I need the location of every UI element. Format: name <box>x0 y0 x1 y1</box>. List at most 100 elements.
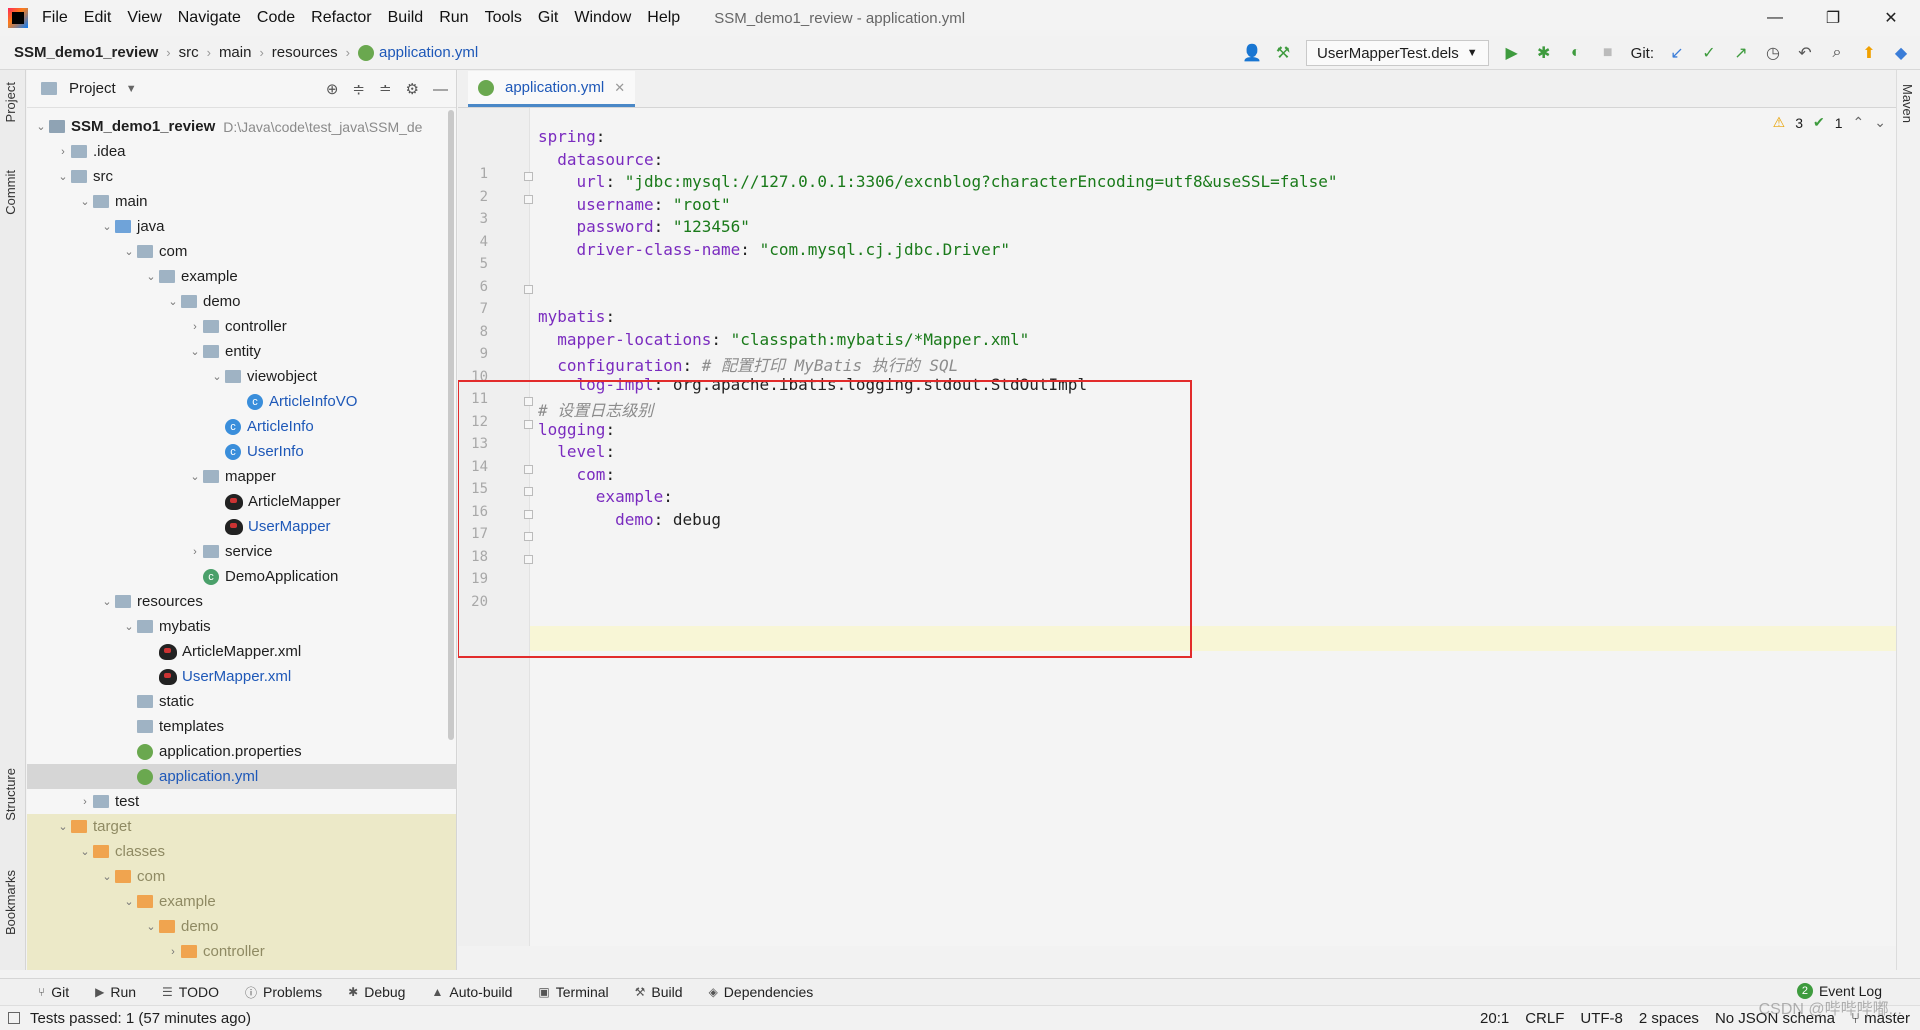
chevron-down-icon[interactable]: ⌄ <box>121 620 137 633</box>
tree-item[interactable]: ⌄ example <box>27 889 456 914</box>
tree-item[interactable]: ⌄ mybatis <box>27 614 456 639</box>
locate-icon[interactable]: ⊕ <box>326 80 339 98</box>
menu-git[interactable]: Git <box>538 9 558 27</box>
tree-item[interactable]: ⌄entity <box>27 964 456 970</box>
git-push-icon[interactable]: ↗ <box>1732 43 1750 63</box>
inspection-widget[interactable]: ⚠ 3 ✔ 1 ⌃ ⌄ <box>1773 114 1886 131</box>
chevron-down-icon[interactable]: ⌄ <box>99 220 115 233</box>
chevron-right-icon[interactable]: › <box>77 796 93 808</box>
chevron-down-icon[interactable]: ⌄ <box>99 595 115 608</box>
minimize-button[interactable]: — <box>1746 0 1804 36</box>
gear-icon[interactable]: ⚙ <box>406 80 419 98</box>
chevron-down-icon[interactable]: ⌄ <box>121 895 137 908</box>
coverage-icon[interactable]: ◐ <box>1567 44 1585 62</box>
fold-marker-icon[interactable] <box>524 194 533 204</box>
tool-auto-build[interactable]: ▲ Auto-build <box>431 984 512 1000</box>
plugin-logo-icon[interactable]: ◆ <box>1892 43 1910 63</box>
chevron-down-icon[interactable]: ⌄ <box>77 845 93 858</box>
tree-item[interactable]: c ArticleInfo <box>27 414 456 439</box>
collapse-all-icon[interactable]: ≐ <box>379 80 392 98</box>
line-separator[interactable]: CRLF <box>1525 1010 1564 1027</box>
tree-item[interactable]: ⌄ target <box>27 814 456 839</box>
tree-item[interactable]: static <box>27 689 456 714</box>
build-hammer-icon[interactable]: ⚒ <box>1274 43 1292 63</box>
tool-todo[interactable]: ☰ TODO <box>162 984 219 1000</box>
tree-item[interactable]: ⌄ classes <box>27 839 456 864</box>
tree-item[interactable]: ⌄ src <box>27 164 456 189</box>
tool-debug[interactable]: ✱ Debug <box>348 984 405 1000</box>
chevron-down-icon[interactable]: ⌄ <box>77 195 93 208</box>
breadcrumb-resources[interactable]: resources <box>272 44 338 61</box>
expand-all-icon[interactable]: ≑ <box>352 80 365 98</box>
menu-refactor[interactable]: Refactor <box>311 9 371 27</box>
tree-item[interactable]: ⌄ demo <box>27 289 456 314</box>
chevron-down-icon[interactable]: ⌄ <box>209 370 225 383</box>
tab-project[interactable]: Project <box>3 82 18 122</box>
tree-item[interactable]: c ArticleInfoVO <box>27 389 456 414</box>
chevron-right-icon[interactable]: › <box>165 946 181 958</box>
chevron-down-icon[interactable]: ⌄ <box>1874 114 1886 131</box>
chevron-right-icon[interactable]: › <box>55 146 71 158</box>
tree-item[interactable]: ArticleMapper <box>27 489 456 514</box>
run-configuration-select[interactable]: UserMapperTest.dels ▼ <box>1306 40 1489 66</box>
chevron-down-icon[interactable]: ⌄ <box>121 245 137 258</box>
tree-item[interactable]: › .idea <box>27 139 456 164</box>
breadcrumb-src[interactable]: src <box>179 44 199 61</box>
chevron-down-icon[interactable]: ⌄ <box>143 270 159 283</box>
chevron-down-icon[interactable]: ⌄ <box>143 920 159 933</box>
chevron-down-icon[interactable]: ⌄ <box>187 345 203 358</box>
tab-application-yml[interactable]: application.yml ✕ <box>468 71 636 107</box>
stop-icon[interactable]: ■ <box>1599 44 1617 62</box>
history-icon[interactable]: ◷ <box>1764 43 1782 63</box>
tool-build[interactable]: ⚒ Build <box>635 984 683 1000</box>
menu-help[interactable]: Help <box>647 9 680 27</box>
tree-item[interactable]: application.properties <box>27 739 456 764</box>
project-view-select[interactable]: Project <box>69 80 116 97</box>
breadcrumb-file[interactable]: application.yml <box>379 44 478 61</box>
tree-item[interactable]: › test <box>27 789 456 814</box>
git-update-icon[interactable]: ↙ <box>1668 43 1686 63</box>
tool-problems[interactable]: ⓘ Problems <box>245 984 322 1001</box>
chevron-down-icon[interactable]: ▼ <box>126 83 137 95</box>
tree-item[interactable]: ⌄ com <box>27 239 456 264</box>
tree-item[interactable]: ⌄ viewobject <box>27 364 456 389</box>
tree-item[interactable]: c DemoApplication <box>27 564 456 589</box>
menu-view[interactable]: View <box>127 9 161 27</box>
tree-item[interactable]: UserMapper <box>27 514 456 539</box>
status-message[interactable]: Tests passed: 1 (57 minutes ago) <box>30 1010 251 1027</box>
tool-git[interactable]: ⑂ Git <box>38 984 69 1000</box>
chevron-down-icon[interactable]: ⌄ <box>187 470 203 483</box>
run-icon[interactable]: ▶ <box>1503 43 1521 63</box>
tree-item[interactable]: ArticleMapper.xml <box>27 639 456 664</box>
fold-marker-icon[interactable] <box>524 172 533 181</box>
tab-structure[interactable]: Structure <box>3 768 18 821</box>
tree-item[interactable]: UserMapper.xml <box>27 664 456 689</box>
menu-build[interactable]: Build <box>388 9 424 27</box>
tool-dependencies[interactable]: ◈ Dependencies <box>709 984 814 1000</box>
tree-item[interactable]: ⌄ java <box>27 214 456 239</box>
git-commit-icon[interactable]: ✓ <box>1700 43 1718 63</box>
chevron-down-icon[interactable]: ⌄ <box>99 870 115 883</box>
menu-tools[interactable]: Tools <box>485 9 522 27</box>
hide-icon[interactable]: — <box>433 81 448 98</box>
file-encoding[interactable]: UTF-8 <box>1580 1010 1623 1027</box>
tree-item[interactable]: ⌄ main <box>27 189 456 214</box>
tree-item[interactable]: c UserInfo <box>27 439 456 464</box>
menu-navigate[interactable]: Navigate <box>178 9 241 27</box>
user-icon[interactable]: 👤 <box>1242 43 1262 63</box>
tree-item[interactable]: ⌄ com <box>27 864 456 889</box>
tree-scrollbar[interactable] <box>448 110 454 740</box>
tree-item[interactable]: templates <box>27 714 456 739</box>
close-icon[interactable]: ✕ <box>614 80 625 96</box>
menu-run[interactable]: Run <box>439 9 468 27</box>
tree-item[interactable]: application.yml <box>27 764 456 789</box>
tree-item[interactable]: ⌄ demo <box>27 914 456 939</box>
chevron-down-icon[interactable]: ⌄ <box>165 295 181 308</box>
search-icon[interactable]: ⌕ <box>1828 44 1846 62</box>
tree-item-root[interactable]: ⌄ SSM_demo1_review D:\Java\code\test_jav… <box>27 114 456 139</box>
breadcrumb-project[interactable]: SSM_demo1_review <box>14 44 158 61</box>
chevron-right-icon[interactable]: › <box>187 321 203 333</box>
tree-item[interactable]: ⌄ resources <box>27 589 456 614</box>
tree-item[interactable]: › service <box>27 539 456 564</box>
breadcrumb-main[interactable]: main <box>219 44 252 61</box>
